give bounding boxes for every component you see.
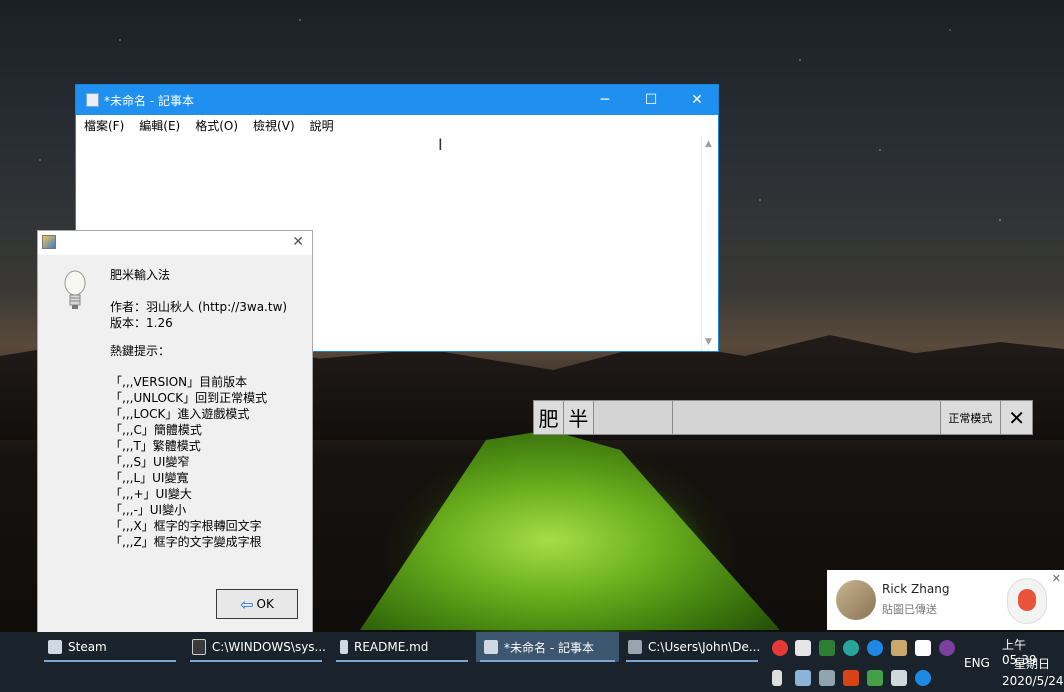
shield-icon[interactable] (915, 640, 931, 656)
notepad-icon (86, 93, 99, 107)
taskbar-item-notepad[interactable]: *未命名 - 記事本 (476, 632, 619, 662)
taskbar-item-label: C:\WINDOWS\sys... (211, 640, 326, 654)
antivirus-icon[interactable] (843, 670, 859, 686)
active-indicator (480, 660, 615, 662)
steam-icon (48, 640, 62, 654)
hotkey-item: 「,,,-」UI變小 (110, 503, 187, 517)
skype-icon[interactable] (867, 640, 883, 656)
active-indicator (336, 660, 468, 662)
menu-file[interactable]: 檔案(F) (84, 117, 124, 134)
maximize-button[interactable]: ☐ (628, 85, 674, 115)
menu-help[interactable]: 說明 (310, 117, 334, 134)
network-app-icon[interactable] (843, 640, 859, 656)
text-cursor-icon: I (438, 135, 443, 154)
folder-tray-icon[interactable] (819, 670, 835, 686)
vertical-scrollbar[interactable]: ▲ ▼ (701, 135, 718, 351)
dialog-close-icon[interactable]: ✕ (292, 234, 304, 250)
taskbar-item-steam[interactable]: Steam (40, 632, 180, 662)
language-indicator[interactable]: ENG (964, 656, 990, 670)
hotkey-item: 「,,,LOCK」進入遊戲模式 (110, 407, 250, 421)
active-indicator (190, 660, 322, 662)
file-icon (340, 640, 348, 654)
half-width-toggle[interactable]: 半 (563, 401, 594, 434)
version-text: 版本：1.26 (110, 316, 173, 330)
maximize-icon: ☐ (644, 92, 658, 108)
vpn-icon[interactable] (891, 640, 907, 656)
taskbar-item-explorer[interactable]: C:\Users\John\De... (622, 632, 762, 662)
author-text: 作者：羽山秋人 (http://3wa.tw) (110, 300, 288, 314)
swirl-app-icon[interactable] (939, 640, 955, 656)
ime-name-char[interactable]: 肥 (534, 401, 564, 434)
active-indicator (626, 660, 758, 662)
scroll-up-icon[interactable]: ▲ (705, 139, 712, 149)
notification-message: 貼圖已傳送 (882, 603, 937, 616)
hotkeys-title: 熱鍵提示： (110, 344, 171, 358)
taskbar-item-cmd[interactable]: C:\WINDOWS\sys... (186, 632, 326, 662)
hotkey-item: 「,,,X」框字的字根轉回文字 (110, 519, 262, 533)
chat-tray-icon[interactable] (915, 670, 931, 686)
ime-name: 肥米輸入法 (110, 268, 171, 282)
close-icon: ✕ (691, 92, 703, 108)
hotkey-item: 「,,,L」UI變寬 (110, 471, 189, 485)
ime-candidate-field[interactable] (673, 401, 941, 434)
normal-mode-button[interactable]: 正常模式 (940, 401, 1002, 434)
notepad-menubar: 檔案(F) 編輯(E) 格式(O) 檢視(V) 說明 (76, 115, 718, 135)
active-indicator (44, 660, 176, 662)
hotkey-item: 「,,,Z」框字的文字變成字根 (110, 535, 262, 549)
terminal-icon (628, 640, 642, 654)
tent-image (360, 430, 780, 630)
hotkey-item: 「,,,C」簡體模式 (110, 423, 202, 437)
clock-date[interactable]: 2020/5/24 (1002, 674, 1064, 688)
console-icon (192, 639, 206, 655)
dialog-content: 肥米輸入法作者：羽山秋人 (http://3wa.tw) 版本：1.26 熱鍵提示：… (110, 267, 306, 550)
notification-close-icon[interactable]: ✕ (1052, 572, 1061, 585)
taskbar-item-label: Steam (68, 640, 107, 654)
dialog-titlebar[interactable]: ✕ (38, 231, 312, 255)
usb-icon[interactable] (772, 670, 782, 686)
hotkey-item: 「,,,+」UI變大 (110, 487, 192, 501)
hotkey-item: 「,,,VERSION」目前版本 (110, 375, 248, 389)
taskbar-item-label: README.md (354, 640, 429, 654)
menu-view[interactable]: 檢視(V) (253, 117, 295, 134)
avatar (836, 580, 876, 620)
ok-button[interactable]: ⇦ OK (216, 589, 298, 619)
scroll-down-icon[interactable]: ▼ (705, 337, 712, 347)
steam-tray-icon[interactable] (795, 670, 811, 686)
taskbar-item-readme[interactable]: README.md (332, 632, 472, 662)
ime-close-icon[interactable]: ✕ (1001, 401, 1032, 434)
notepad-icon (484, 640, 498, 654)
hotkey-item: 「,,,S」UI變窄 (110, 455, 190, 469)
ime-input-field[interactable] (593, 401, 674, 434)
back-arrow-icon: ⇦ (240, 594, 254, 614)
clock-weekday[interactable]: 星期日 (1014, 655, 1050, 672)
sticker-thumbnail (1007, 578, 1047, 624)
taskbar-item-label: *未命名 - 記事本 (504, 640, 594, 655)
notepad-titlebar[interactable]: *未命名 - 記事本 ─ ☐ ✕ (76, 85, 718, 115)
notepad-title: *未命名 - 記事本 (104, 93, 194, 108)
ime-toolbar: 肥 半 正常模式 ✕ (533, 400, 1033, 435)
volume-icon[interactable] (891, 670, 907, 686)
wechat-icon[interactable] (867, 670, 883, 686)
hotkey-item: 「,,,UNLOCK」回到正常模式 (110, 391, 268, 405)
menu-format[interactable]: 格式(O) (195, 117, 238, 134)
excel-icon[interactable] (819, 640, 835, 656)
menu-edit[interactable]: 編輯(E) (139, 117, 180, 134)
chat-notification[interactable]: Rick Zhang 貼圖已傳送 ✕ (827, 570, 1064, 630)
ime-app-icon (42, 235, 56, 249)
taskbar: Steam C:\WINDOWS\sys... README.md *未命名 -… (0, 632, 1064, 692)
drive-icon[interactable] (795, 640, 811, 656)
ime-about-dialog: ✕ 肥米輸入法作者：羽山秋人 (http://3wa.tw) 版本：1.26 熱鍵提… (37, 230, 313, 633)
taskbar-item-label: C:\Users\John\De... (648, 640, 761, 654)
ok-label: OK (256, 597, 274, 611)
sender-name: Rick Zhang (882, 582, 950, 596)
lightbulb-icon (64, 270, 86, 309)
minimize-button[interactable]: ─ (582, 85, 628, 115)
record-icon[interactable] (772, 640, 788, 656)
sticker-face-icon (1018, 589, 1036, 611)
minimize-icon: ─ (600, 92, 610, 108)
close-button[interactable]: ✕ (674, 85, 720, 115)
hotkey-item: 「,,,T」繁體模式 (110, 439, 201, 453)
